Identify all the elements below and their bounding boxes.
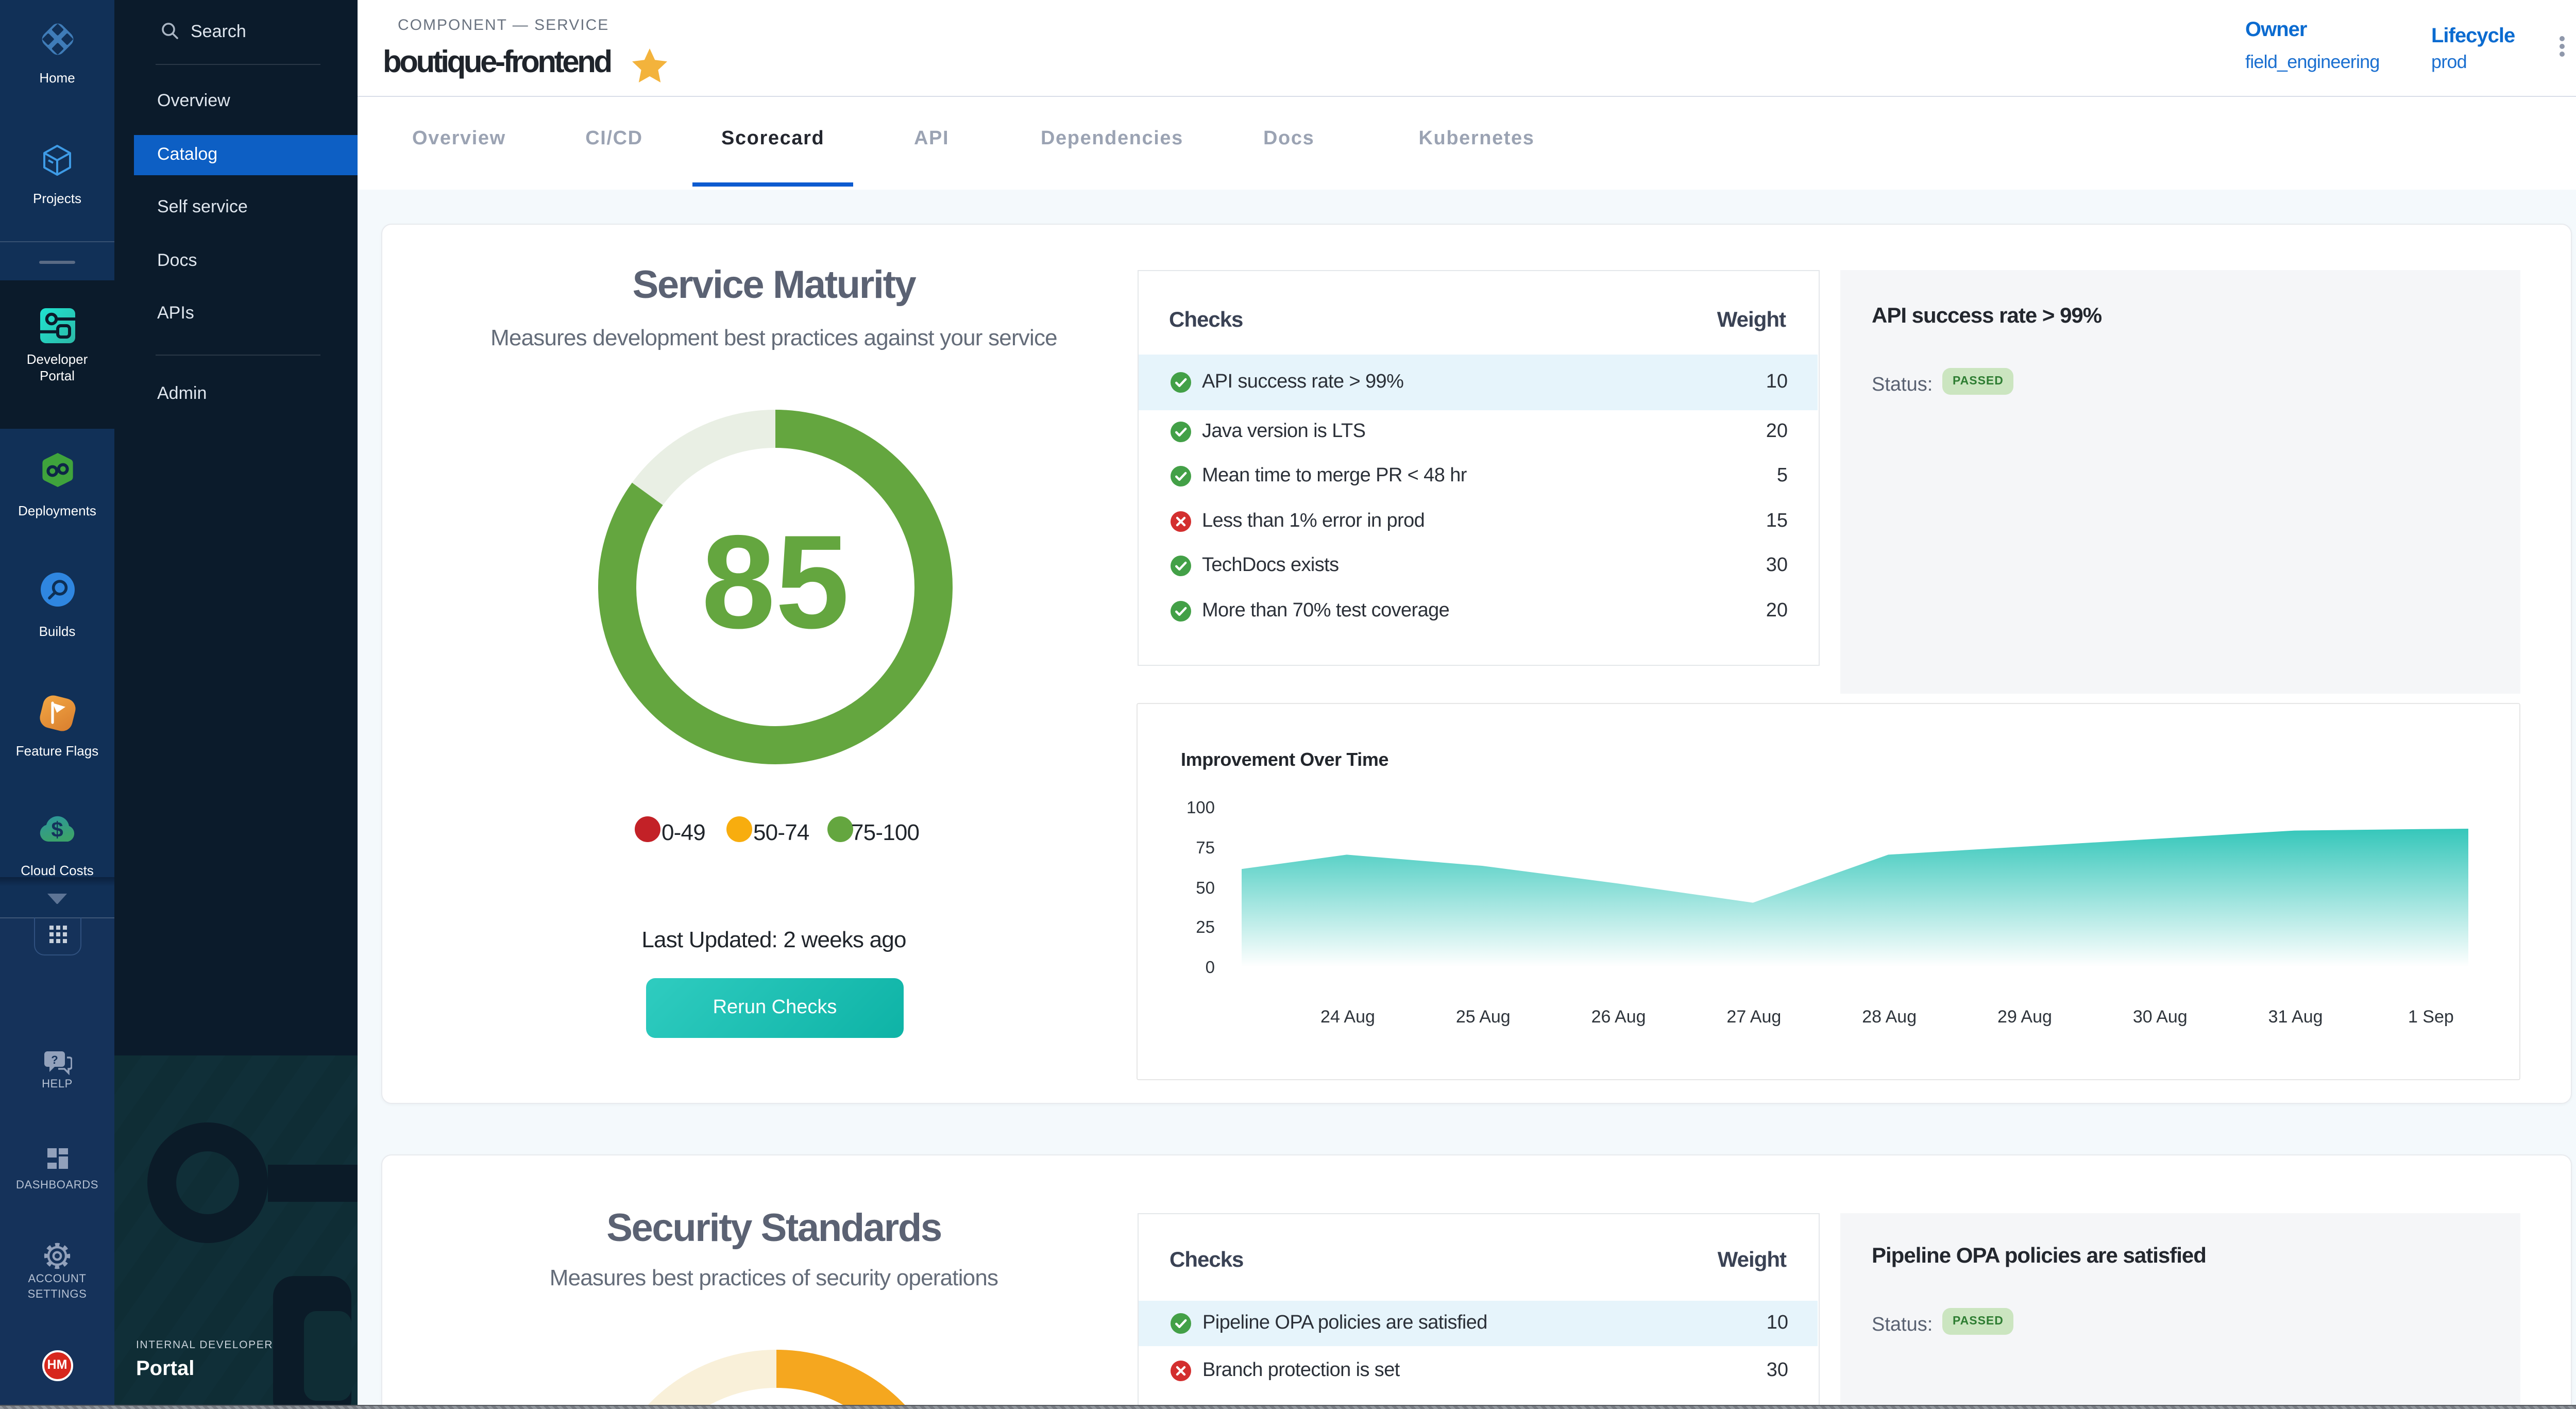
svg-text:$: $ — [50, 817, 62, 842]
svg-text:?: ? — [50, 1053, 57, 1066]
